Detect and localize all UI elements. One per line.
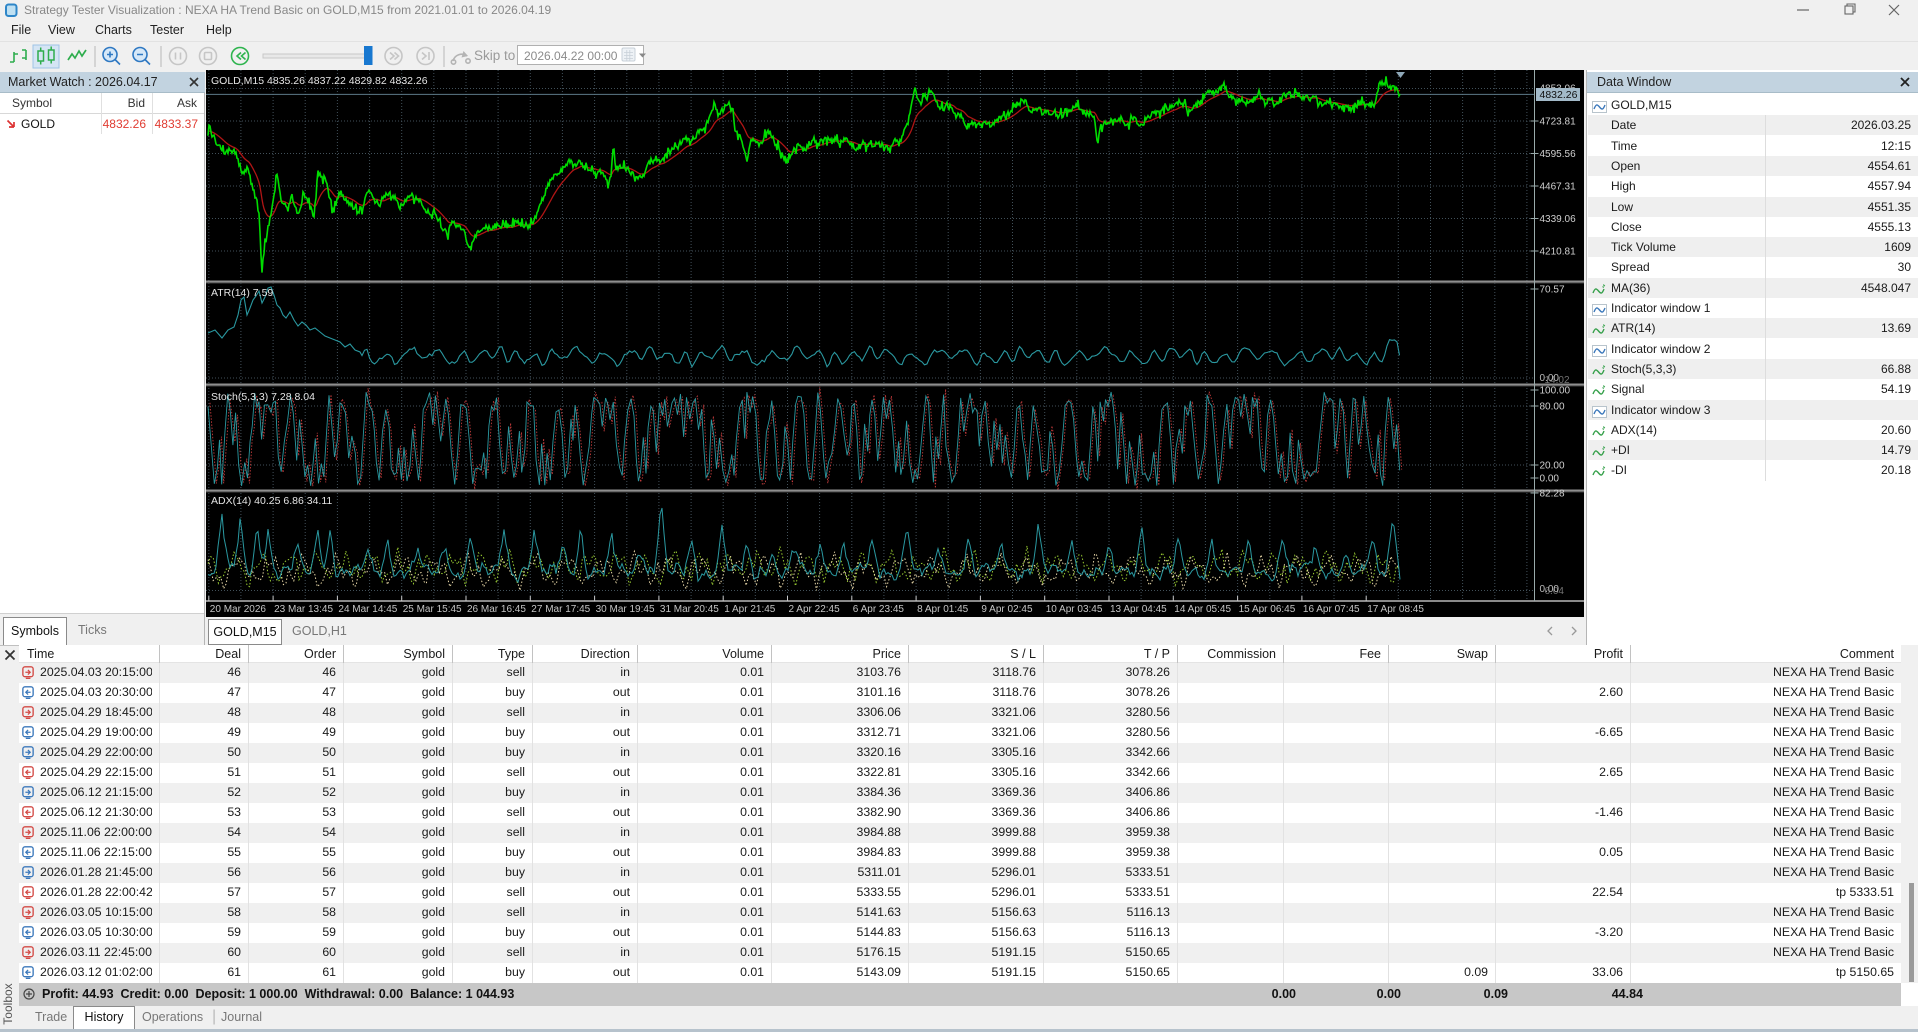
svg-text:6 Apr 23:45: 6 Apr 23:45 (853, 604, 905, 615)
svg-text:0.00: 0.00 (1540, 474, 1560, 485)
svg-text:80.00: 80.00 (1540, 402, 1565, 413)
svg-text:4832.26: 4832.26 (1540, 89, 1578, 101)
svg-text:26 Mar 16:45: 26 Mar 16:45 (467, 604, 526, 615)
svg-text:20.00: 20.00 (1540, 461, 1565, 472)
svg-text:8 Apr 01:45: 8 Apr 01:45 (917, 604, 969, 615)
svg-text:70.57: 70.57 (1540, 285, 1565, 296)
svg-text:27 Mar 17:45: 27 Mar 17:45 (531, 604, 590, 615)
svg-text:15 Apr 06:45: 15 Apr 06:45 (1239, 604, 1296, 615)
svg-text:100.00: 100.00 (1540, 386, 1571, 397)
svg-text:31 Mar 20:45: 31 Mar 20:45 (660, 604, 719, 615)
svg-text:4467.31: 4467.31 (1540, 182, 1577, 193)
svg-text:23 Mar 13:45: 23 Mar 13:45 (274, 604, 333, 615)
svg-text:2 Apr 22:45: 2 Apr 22:45 (789, 604, 841, 615)
svg-text:4339.06: 4339.06 (1540, 214, 1577, 225)
svg-text:GOLD,M15 4835.26 4837.22 4829: GOLD,M15 4835.26 4837.22 4829.82 4832.26 (211, 75, 428, 87)
svg-text:4595.56: 4595.56 (1540, 149, 1577, 160)
svg-text:14.02: 14.02 (1545, 375, 1570, 386)
svg-text:9 Apr 02:45: 9 Apr 02:45 (981, 604, 1033, 615)
svg-text:24 Mar 14:45: 24 Mar 14:45 (338, 604, 397, 615)
svg-text:ADX(14) 40.25 6.86 34.11: ADX(14) 40.25 6.86 34.11 (211, 495, 332, 507)
svg-text:17 Apr 08:45: 17 Apr 08:45 (1367, 604, 1424, 615)
svg-text:16 Apr 07:45: 16 Apr 07:45 (1303, 604, 1360, 615)
svg-text:ATR(14) 7.59: ATR(14) 7.59 (211, 287, 273, 299)
svg-text:6.04: 6.04 (1545, 586, 1565, 597)
svg-text:30 Mar 19:45: 30 Mar 19:45 (596, 604, 655, 615)
svg-text:1 Apr 21:45: 1 Apr 21:45 (724, 604, 776, 615)
svg-text:20 Mar 2026: 20 Mar 2026 (210, 604, 267, 615)
svg-text:4723.81: 4723.81 (1540, 117, 1577, 128)
svg-text:82.28: 82.28 (1540, 489, 1565, 500)
svg-text:13 Apr 04:45: 13 Apr 04:45 (1110, 604, 1167, 615)
svg-text:4210.81: 4210.81 (1540, 247, 1577, 258)
svg-text:10 Apr 03:45: 10 Apr 03:45 (1046, 604, 1103, 615)
svg-text:14 Apr 05:45: 14 Apr 05:45 (1174, 604, 1231, 615)
svg-text:25 Mar 15:45: 25 Mar 15:45 (403, 604, 462, 615)
svg-text:Stoch(5,3,3) 7.28 8.04: Stoch(5,3,3) 7.28 8.04 (211, 391, 315, 403)
